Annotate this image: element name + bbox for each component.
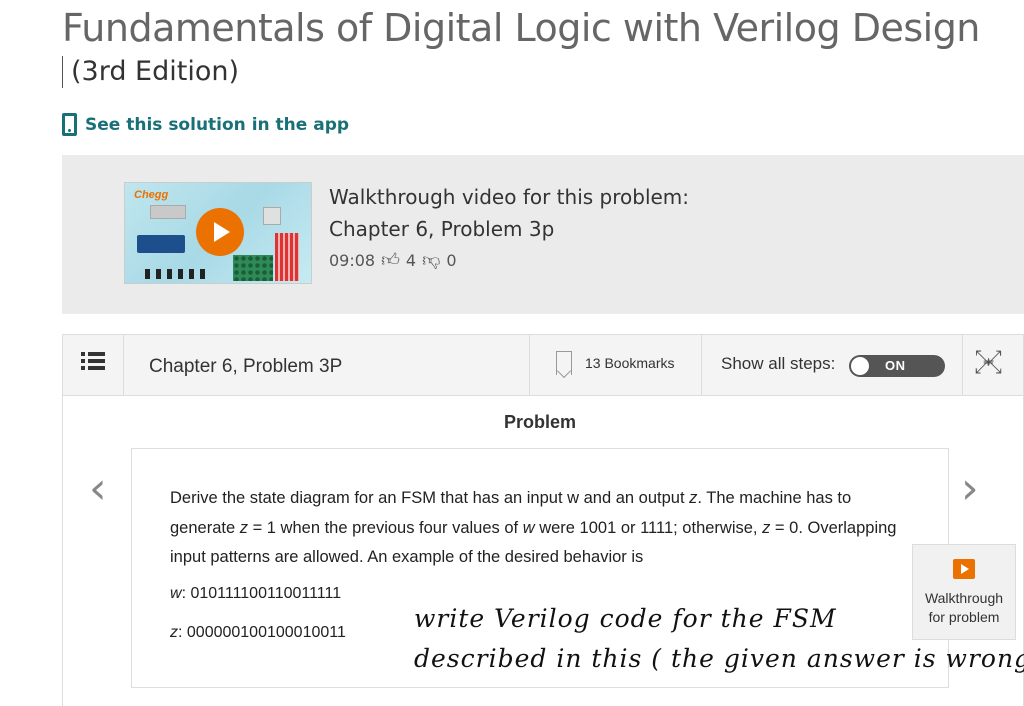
solution-header: Chapter 6, Problem 3P 13 Bookmarks Show … [63,335,1023,396]
phone-icon [62,113,77,136]
thumb-component [150,205,186,219]
z-sequence: z: 000000100100010011 [170,624,346,641]
chegg-logo: Chegg [134,189,169,201]
video-panel: Chegg Walkthrough video for this problem… [62,155,1024,314]
w-sequence: w: 010111100110011111 [170,585,342,602]
steps-list-button[interactable] [63,335,124,395]
book-title: Fundamentals of Digital Logic with Veril… [62,6,980,50]
show-all-steps-toggle[interactable]: ON [849,355,945,377]
walkthrough-label: Walkthrough for problem [913,589,1015,627]
next-arrow-icon[interactable]: › [961,465,979,513]
book-edition: (3rd Edition) [62,56,239,88]
expand-button[interactable]: ⤡⤢ ⤢⤡ [962,335,1023,395]
thumbs-up-icon[interactable]: 👍︎ [381,249,400,271]
walkthrough-button[interactable]: Walkthrough for problem [912,544,1016,640]
video-duration: 09:08 [329,250,376,270]
app-link-label: See this solution in the app [85,114,350,135]
thumb-component [145,269,205,279]
handwritten-note-line: described in this ( the given answer is … [414,644,1024,673]
video-chapter: Chapter 6, Problem 3p [329,217,555,241]
bookmark-icon [556,351,572,375]
thumb-component [137,235,185,253]
video-meta: 09:08 👍︎ 4 👎︎ 0 [329,249,689,271]
video-thumbnail[interactable]: Chegg [124,182,312,284]
play-icon[interactable] [196,208,244,256]
toggle-knob [850,356,870,376]
thumb-component [263,207,281,225]
problem-section-label: Problem [503,412,577,432]
bookmark-count: 13 Bookmarks [585,355,675,371]
solution-box: Chapter 6, Problem 3P 13 Bookmarks Show … [62,334,1024,706]
walkthrough-label-line: Walkthrough [924,590,1004,606]
bookmark-button[interactable]: 13 Bookmarks [529,335,702,395]
video-heading: Walkthrough video for this problem: [329,185,690,209]
problem-card: Derive the state diagram for an FSM that… [131,448,1024,688]
video-play-icon [953,559,975,579]
toggle-state: ON [885,358,906,373]
see-solution-in-app-link[interactable]: See this solution in the app [62,113,349,136]
show-all-steps-label: Show all steps: [721,354,836,373]
solution-title: Chapter 6, Problem 3P [149,356,343,377]
walkthrough-label-line: for problem [928,609,1000,625]
like-count: 4 [405,250,417,270]
expand-icon: ⤡⤢ ⤢⤡ [975,347,1002,377]
dislike-count: 0 [446,250,457,270]
thumb-component [233,255,273,281]
thumbs-down-icon[interactable]: 👎︎ [422,249,440,271]
list-icon [81,352,105,370]
thumb-component [275,233,299,281]
previous-arrow-icon[interactable]: ‹ [89,465,107,513]
video-info: Walkthrough video for this problem: Chap… [329,181,689,271]
problem-statement: Derive the state diagram for an FSM that… [170,489,897,566]
